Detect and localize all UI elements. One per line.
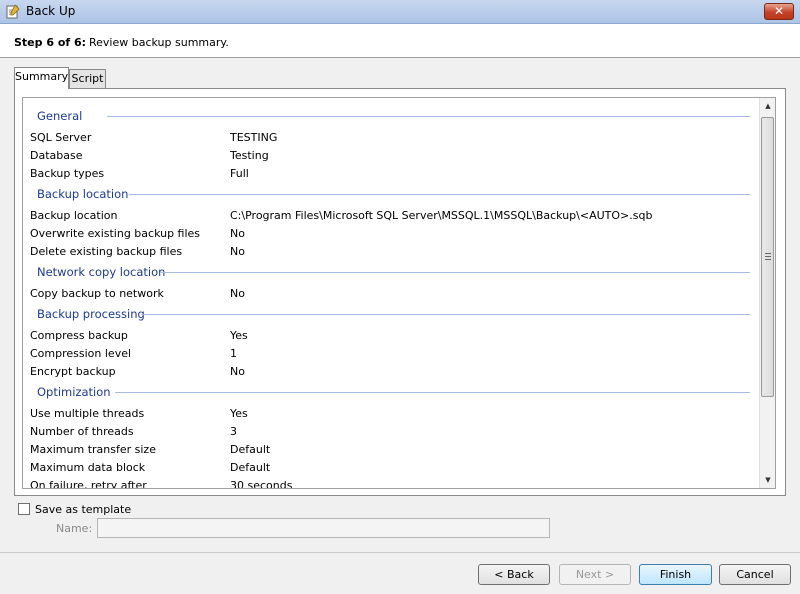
close-icon: ✕ (773, 4, 785, 18)
row-label-delete-existing: Delete existing backup files (30, 245, 183, 258)
row-label-compression-level: Compression level (30, 347, 132, 360)
template-name-input[interactable] (97, 518, 550, 538)
row-label-retry-after: On failure, retry after (30, 479, 147, 489)
scrollbar-thumb[interactable] (761, 117, 774, 397)
summary-list[interactable]: General SQL Server TESTING Database Test… (22, 97, 776, 489)
row-value-compress: Yes (230, 329, 248, 342)
template-name-label: Name: (56, 522, 93, 535)
row-label-encrypt: Encrypt backup (30, 365, 116, 378)
row-value-multiple-threads: Yes (230, 407, 248, 420)
row-label-multiple-threads: Use multiple threads (30, 407, 145, 420)
row-label-compress: Compress backup (30, 329, 128, 342)
row-label-database: Database (30, 149, 83, 162)
next-button[interactable]: Next > (559, 564, 631, 585)
summary-content: General SQL Server TESTING Database Test… (23, 98, 760, 488)
row-value-copy-to-network: No (230, 287, 245, 300)
close-button[interactable]: ✕ (764, 3, 794, 20)
tab-script[interactable]: Script (69, 69, 106, 89)
row-label-max-data-block: Maximum data block (30, 461, 146, 474)
row-value-retry-after: 30 seconds (230, 479, 293, 489)
cancel-button[interactable]: Cancel (719, 564, 791, 585)
section-divider (107, 116, 750, 117)
row-label-number-of-threads: Number of threads (30, 425, 134, 438)
row-label-max-transfer-size: Maximum transfer size (30, 443, 156, 456)
row-value-delete-existing: No (230, 245, 245, 258)
section-divider (141, 314, 750, 315)
row-value-compression-level: 1 (230, 347, 237, 360)
window-title: Back Up (26, 4, 76, 18)
row-label-sql-server: SQL Server (30, 131, 92, 144)
row-value-overwrite: No (230, 227, 245, 240)
backup-app-icon (6, 4, 20, 19)
row-value-database: Testing (230, 149, 269, 162)
scroll-up-arrow-icon[interactable]: ▲ (760, 98, 775, 114)
row-value-sql-server: TESTING (230, 131, 278, 144)
row-value-backup-location: C:\Program Files\Microsoft SQL Server\MS… (230, 209, 653, 222)
row-value-number-of-threads: 3 (230, 425, 237, 438)
row-label-backup-location: Backup location (30, 209, 118, 222)
step-description: Review backup summary. (89, 36, 229, 49)
section-header-general: General (37, 109, 83, 123)
row-label-overwrite: Overwrite existing backup files (30, 227, 201, 240)
row-value-max-transfer-size: Default (230, 443, 271, 456)
row-value-max-data-block: Default (230, 461, 271, 474)
row-label-copy-to-network: Copy backup to network (30, 287, 164, 300)
footer-divider (0, 552, 800, 553)
title-bar: Back Up ✕ (0, 0, 800, 24)
summary-tab-panel: General SQL Server TESTING Database Test… (14, 88, 786, 496)
section-header-backup-location: Backup location (37, 187, 129, 201)
section-divider (115, 392, 750, 393)
row-label-backup-types: Backup types (30, 167, 105, 180)
tab-summary[interactable]: Summary (14, 67, 69, 89)
back-button[interactable]: < Back (478, 564, 550, 585)
save-as-template-checkbox[interactable] (18, 503, 30, 515)
row-value-encrypt: No (230, 365, 245, 378)
step-number: Step 6 of 6: (14, 36, 87, 49)
wizard-step-header: Step 6 of 6: Review backup summary. (0, 24, 800, 58)
section-header-backup-processing: Backup processing (37, 307, 145, 321)
section-header-optimization: Optimization (37, 385, 111, 399)
section-header-network-copy: Network copy location (37, 265, 166, 279)
row-value-backup-types: Full (230, 167, 249, 180)
vertical-scrollbar[interactable]: ▲ ▼ (759, 98, 775, 488)
grip-icon (765, 253, 771, 260)
scroll-down-arrow-icon[interactable]: ▼ (760, 472, 775, 488)
finish-button[interactable]: Finish (639, 564, 712, 585)
save-as-template-label[interactable]: Save as template (35, 503, 131, 516)
section-divider (129, 194, 750, 195)
section-divider (161, 272, 750, 273)
